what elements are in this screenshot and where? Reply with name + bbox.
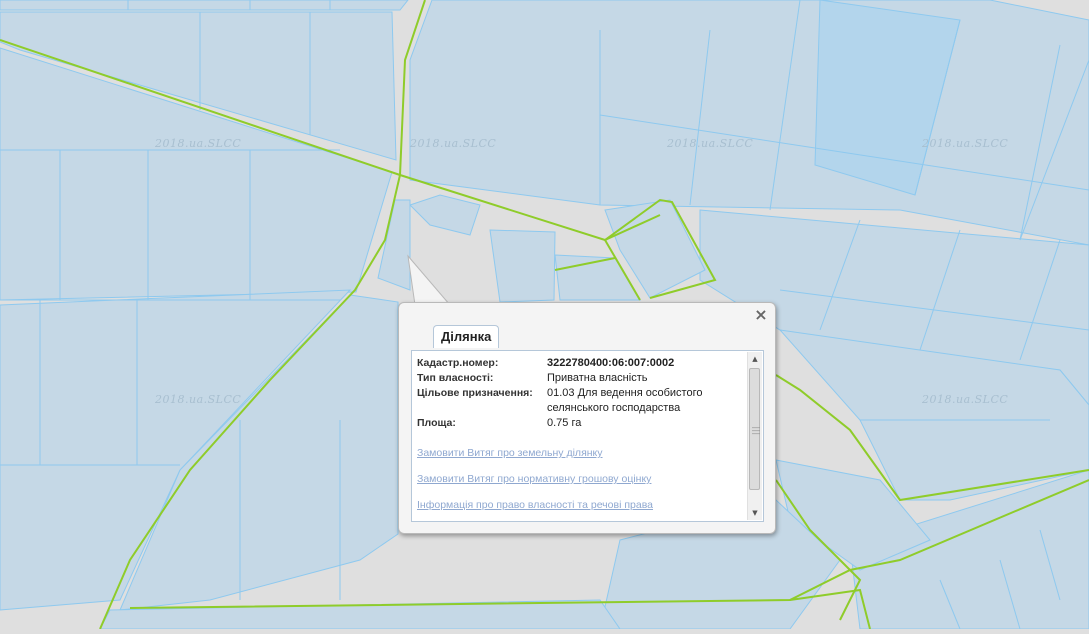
scroll-down-icon[interactable]: ▼ bbox=[748, 506, 762, 520]
parcel-info-panel[interactable]: Кадастр.номер: 3222780400:06:007:0002 Ти… bbox=[411, 350, 764, 522]
parcel-info-popup: × Ділянка Кадастр.номер: 3222780400:06:0… bbox=[398, 302, 776, 534]
grip-icon: — — — bbox=[752, 423, 760, 438]
order-land-extract-link[interactable]: Замовити Витяг про земельну ділянку bbox=[417, 447, 747, 459]
close-icon[interactable]: × bbox=[754, 307, 768, 323]
field-value: 0.75 га bbox=[547, 417, 582, 429]
field-area: Площа: 0.75 га bbox=[417, 416, 747, 431]
ownership-info-link[interactable]: Інформація про право власності та речові… bbox=[417, 499, 747, 511]
parcel-info-content: Кадастр.номер: 3222780400:06:007:0002 Ти… bbox=[417, 356, 747, 511]
field-value: Приватна власність bbox=[547, 372, 648, 384]
scrollbar-thumb[interactable]: — — — bbox=[749, 368, 760, 490]
field-label: Тип власності: bbox=[417, 372, 494, 384]
field-purpose: Цільове призначення: 01.03 Для ведення о… bbox=[417, 386, 747, 416]
field-ownership-type: Тип власності: Приватна власність bbox=[417, 371, 747, 386]
field-cadastral-number: Кадастр.номер: 3222780400:06:007:0002 bbox=[417, 356, 747, 371]
order-valuation-extract-link[interactable]: Замовити Витяг про нормативну грошову оц… bbox=[417, 473, 747, 485]
field-label: Цільове призначення: bbox=[417, 387, 533, 399]
scrollbar[interactable]: ▲ — — — ▼ bbox=[747, 352, 762, 520]
field-label: Площа: bbox=[417, 417, 456, 429]
field-value: 01.03 Для ведення особистого селянського… bbox=[547, 387, 703, 414]
field-value: 3222780400:06:007:0002 bbox=[547, 357, 675, 369]
tab-parcel[interactable]: Ділянка bbox=[433, 325, 500, 348]
scroll-up-icon[interactable]: ▲ bbox=[748, 352, 762, 366]
field-label: Кадастр.номер: bbox=[417, 357, 499, 369]
